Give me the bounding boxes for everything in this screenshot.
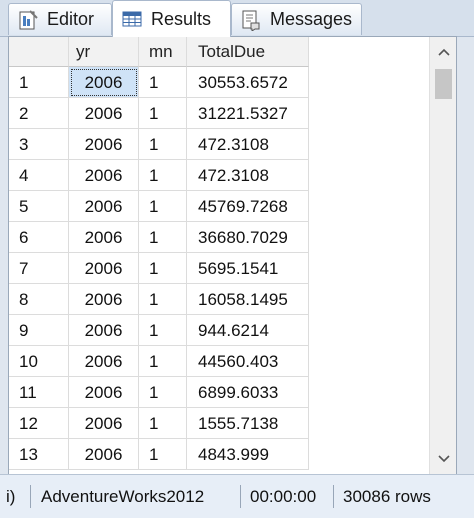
vertical-scrollbar[interactable] — [429, 37, 456, 474]
mn-cell[interactable]: 1 — [139, 253, 187, 284]
totaldue-cell[interactable]: 472.3108 — [187, 129, 309, 160]
table-row[interactable]: 7 2006 1 5695.1541 — [9, 253, 309, 284]
totaldue-cell[interactable]: 36680.7029 — [187, 222, 309, 253]
column-header-totaldue[interactable]: TotalDue — [187, 37, 309, 67]
mn-cell[interactable]: 1 — [139, 315, 187, 346]
row-number-cell[interactable]: 13 — [9, 439, 69, 470]
results-grid-pane: yr mn TotalDue 1 2006 1 30553.6572 2 2006 1 312… — [8, 36, 457, 475]
mn-cell[interactable]: 1 — [139, 408, 187, 439]
scroll-down-icon[interactable] — [430, 444, 456, 474]
row-number-cell[interactable]: 6 — [9, 222, 69, 253]
totaldue-cell[interactable]: 944.6214 — [187, 315, 309, 346]
yr-cell[interactable]: 2006 — [69, 408, 139, 439]
row-number-header[interactable] — [9, 37, 69, 67]
row-number-cell[interactable]: 12 — [9, 408, 69, 439]
tab-results[interactable]: Results — [112, 0, 231, 37]
tab-messages[interactable]: Messages — [231, 3, 362, 35]
yr-cell[interactable]: 2006 — [69, 377, 139, 408]
column-header-yr[interactable]: yr — [69, 37, 139, 67]
yr-cell[interactable]: 2006 — [69, 284, 139, 315]
table-row[interactable]: 6 2006 1 36680.7029 — [9, 222, 309, 253]
row-number-cell[interactable]: 11 — [9, 377, 69, 408]
mn-cell[interactable]: 1 — [139, 377, 187, 408]
yr-cell[interactable]: 2006 — [69, 191, 139, 222]
table-row[interactable]: 12 2006 1 1555.7138 — [9, 408, 309, 439]
mn-cell[interactable]: 1 — [139, 222, 187, 253]
messages-icon — [240, 9, 262, 32]
row-number-cell[interactable]: 8 — [9, 284, 69, 315]
column-header-mn[interactable]: mn — [139, 37, 187, 67]
row-number-cell[interactable]: 3 — [9, 129, 69, 160]
tab-editor[interactable]: Editor — [8, 3, 112, 35]
scroll-up-icon[interactable] — [430, 37, 456, 67]
yr-cell[interactable]: 2006 — [69, 98, 139, 129]
status-divider — [30, 485, 31, 508]
mn-cell[interactable]: 1 — [139, 129, 187, 160]
status-database: AdventureWorks2012 — [41, 487, 205, 506]
table-row[interactable]: 13 2006 1 4843.999 — [9, 439, 309, 470]
status-divider — [240, 485, 241, 508]
table-row[interactable]: 3 2006 1 472.3108 — [9, 129, 309, 160]
totaldue-cell[interactable]: 1555.7138 — [187, 408, 309, 439]
tab-messages-label: Messages — [270, 9, 353, 29]
mn-cell[interactable]: 1 — [139, 284, 187, 315]
totaldue-cell[interactable]: 16058.1495 — [187, 284, 309, 315]
yr-cell[interactable]: 2006 — [69, 439, 139, 470]
row-number-cell[interactable]: 4 — [9, 160, 69, 191]
totaldue-cell[interactable]: 472.3108 — [187, 160, 309, 191]
yr-cell[interactable]: 2006 — [69, 222, 139, 253]
yr-cell[interactable]: 2006 — [69, 315, 139, 346]
status-bar: i) AdventureWorks2012 00:00:00 30086 row… — [0, 474, 474, 518]
tab-editor-label: Editor — [47, 9, 95, 29]
mn-cell[interactable]: 1 — [139, 67, 187, 98]
totaldue-cell[interactable]: 30553.6572 — [187, 67, 309, 98]
table-row[interactable]: 11 2006 1 6899.6033 — [9, 377, 309, 408]
table-row[interactable]: 1 2006 1 30553.6572 — [9, 67, 309, 98]
scrollbar-thumb[interactable] — [435, 69, 452, 99]
mn-cell[interactable]: 1 — [139, 98, 187, 129]
totaldue-cell[interactable]: 6899.6033 — [187, 377, 309, 408]
table-row[interactable]: 2 2006 1 31221.5327 — [9, 98, 309, 129]
row-number-cell[interactable]: 2 — [9, 98, 69, 129]
status-left-fragment: i) — [6, 487, 16, 506]
row-number-cell[interactable]: 7 — [9, 253, 69, 284]
totaldue-cell[interactable]: 45769.7268 — [187, 191, 309, 222]
yr-cell[interactable]: 2006 — [69, 160, 139, 191]
mn-cell[interactable]: 1 — [139, 160, 187, 191]
grid-header-row: yr mn TotalDue — [9, 37, 309, 68]
totaldue-cell[interactable]: 44560.403 — [187, 346, 309, 377]
row-number-cell[interactable]: 1 — [9, 67, 69, 98]
yr-cell[interactable]: 2006 — [69, 67, 139, 98]
status-row-count: 30086 rows — [343, 487, 431, 506]
table-row[interactable]: 8 2006 1 16058.1495 — [9, 284, 309, 315]
mn-cell[interactable]: 1 — [139, 191, 187, 222]
row-number-cell[interactable]: 10 — [9, 346, 69, 377]
yr-cell[interactable]: 2006 — [69, 129, 139, 160]
mn-cell[interactable]: 1 — [139, 439, 187, 470]
row-number-cell[interactable]: 5 — [9, 191, 69, 222]
tab-results-label: Results — [151, 8, 212, 29]
status-elapsed-time: 00:00:00 — [250, 487, 317, 506]
grid-results-icon — [121, 8, 143, 30]
totaldue-cell[interactable]: 4843.999 — [187, 439, 309, 470]
totaldue-cell[interactable]: 31221.5327 — [187, 98, 309, 129]
row-number-cell[interactable]: 9 — [9, 315, 69, 346]
status-divider — [333, 485, 334, 508]
editor-icon — [17, 9, 39, 31]
yr-cell[interactable]: 2006 — [69, 346, 139, 377]
mn-cell[interactable]: 1 — [139, 346, 187, 377]
results-tab-bar: Editor Results Messages — [0, 0, 474, 37]
yr-cell[interactable]: 2006 — [69, 253, 139, 284]
table-row[interactable]: 9 2006 1 944.6214 — [9, 315, 309, 346]
table-row[interactable]: 10 2006 1 44560.403 — [9, 346, 309, 377]
table-row[interactable]: 5 2006 1 45769.7268 — [9, 191, 309, 222]
table-row[interactable]: 4 2006 1 472.3108 — [9, 160, 309, 191]
totaldue-cell[interactable]: 5695.1541 — [187, 253, 309, 284]
